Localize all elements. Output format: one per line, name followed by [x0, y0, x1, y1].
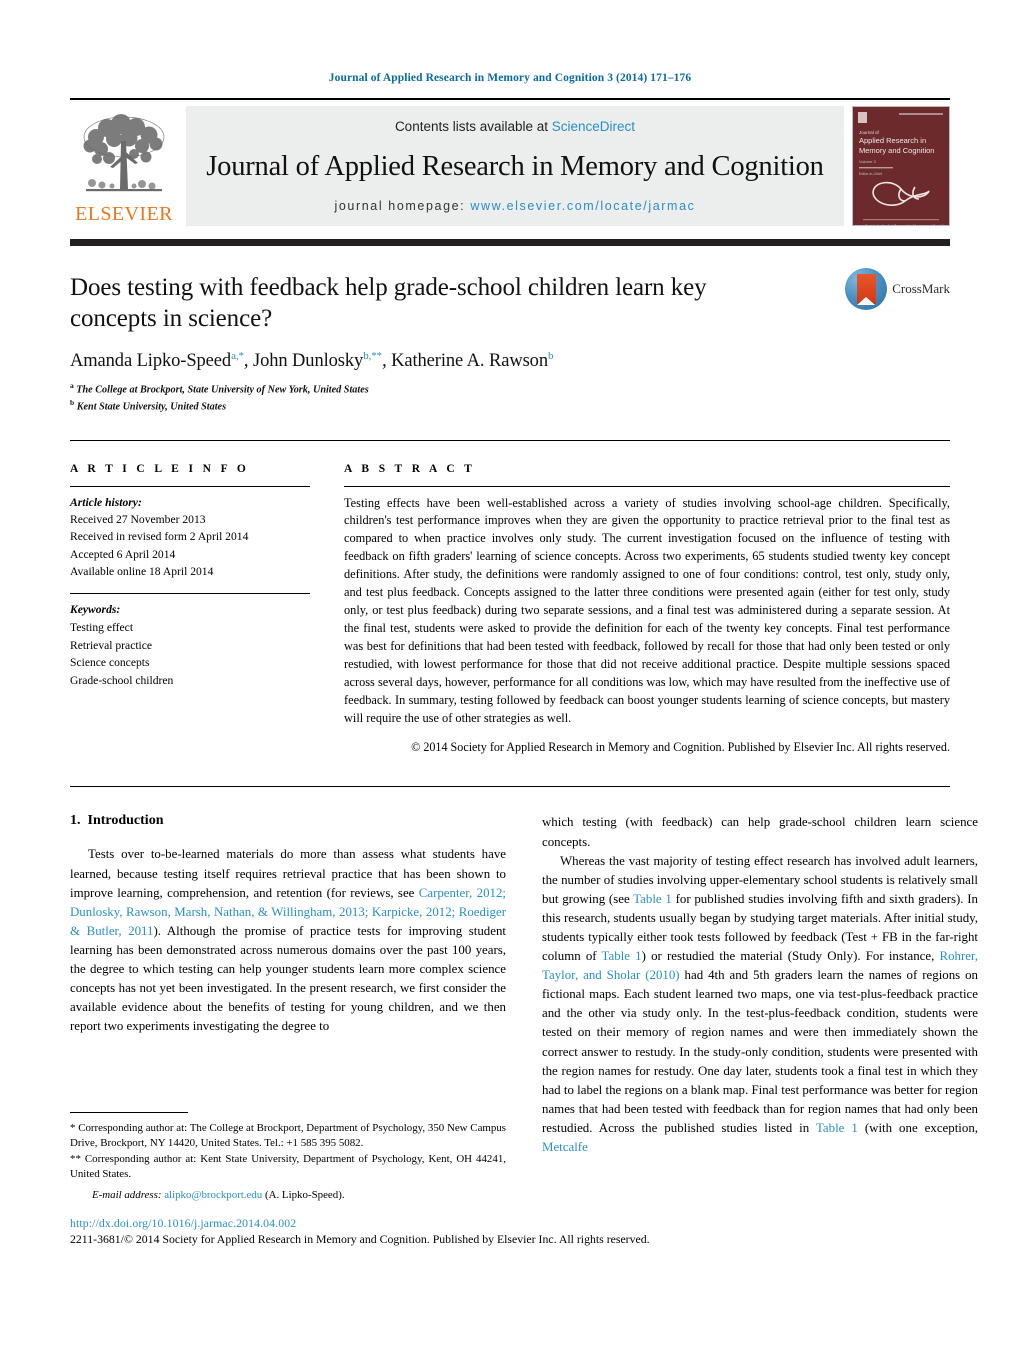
keyword-item: Testing effect	[70, 621, 134, 635]
keywords-rule	[70, 593, 310, 595]
journal-homepage-link[interactable]: www.elsevier.com/locate/jarmac	[470, 199, 695, 213]
author-list: Amanda Lipko-Speeda,*, John Dunloskyb,**…	[70, 350, 554, 372]
journal-cover-thumbnail: Journal of Applied Research in Memory an…	[852, 106, 950, 226]
affiliation-text: Kent State University, United States	[76, 401, 227, 413]
abstract-copyright: © 2014 Society for Applied Research in M…	[411, 739, 950, 754]
abstract-text: Testing effects have been well-establish…	[344, 495, 950, 725]
paragraph-text: ). Although the promise of practice test…	[70, 923, 507, 1034]
elsevier-logo: ELSEVIER	[70, 106, 178, 226]
paragraph-text: had 4th and 5th graders learn the names …	[542, 968, 979, 1135]
affiliation-text: The College at Brockport, State Universi…	[76, 384, 369, 396]
info-abstract-row: A R T I C L E I N F O Article history: R…	[70, 463, 950, 757]
svg-text:Volume 3: Volume 3	[859, 159, 876, 164]
author-marks: b	[547, 350, 554, 362]
body-column-left: 1. Introduction Tests over to-be-learned …	[70, 813, 506, 1157]
masthead-center: Contents lists available at ScienceDirec…	[186, 106, 844, 226]
article-info-column: A R T I C L E I N F O Article history: R…	[70, 463, 310, 757]
table-link[interactable]: Table 1	[816, 1121, 858, 1135]
paragraph-text: (with one exception,	[857, 1120, 978, 1135]
author-name: Katherine A. Rawson	[391, 351, 548, 372]
contents-available-line: Contents lists available at ScienceDirec…	[395, 119, 635, 134]
journal-homepage-line: journal homepage: www.elsevier.com/locat…	[335, 199, 696, 213]
paragraph-text: ) or restudied the material (Study Only)…	[641, 949, 940, 964]
email-label: E-mail address:	[92, 1188, 162, 1201]
article-history-label: Article history:	[70, 495, 142, 509]
paragraph: Whereas the vast majority of testing eff…	[542, 852, 978, 1158]
sciencedirect-link[interactable]: ScienceDirect	[552, 119, 635, 134]
table-link[interactable]: Table 1	[602, 949, 642, 963]
running-head: Journal of Applied Research in Memory an…	[328, 72, 692, 84]
svg-text:Applied Research in: Applied Research in	[859, 136, 926, 145]
history-item: Received 27 November 2013	[70, 512, 206, 526]
abstract-column: A B S T R A C T Testing effects have bee…	[344, 463, 950, 757]
svg-text:Journal of: Journal of	[859, 130, 880, 135]
keywords-label: Keywords:	[70, 603, 121, 617]
homepage-prefix: journal homepage:	[334, 199, 471, 213]
affiliation-mark: a	[70, 381, 74, 391]
keyword-item: Science concepts	[70, 656, 150, 670]
abstract-heading: A B S T R A C T	[344, 462, 476, 475]
body-columns: 1. Introduction Tests over to-be-learned …	[70, 813, 978, 1157]
history-item: Received in revised form 2 April 2014	[70, 530, 249, 544]
email-suffix: (A. Lipko-Speed).	[265, 1188, 345, 1201]
article-info-heading: A R T I C L E I N F O	[70, 462, 250, 475]
section-heading-introduction: 1. Introduction	[70, 813, 506, 829]
masthead-divider-bar	[70, 239, 950, 246]
crossmark-badge[interactable]: CrossMark	[845, 268, 950, 310]
section-divider-rule	[70, 439, 950, 441]
journal-masthead: ELSEVIER Contents lists available at Sci…	[70, 98, 950, 226]
author-marks: b,**	[363, 350, 383, 362]
body-divider-rule	[70, 786, 950, 788]
author-name: John Dunlosky	[252, 351, 364, 372]
author-marks: a,*	[231, 350, 244, 362]
citation-link[interactable]: Metcalfe	[542, 1140, 588, 1154]
article-history: Article history: Received 27 November 20…	[70, 494, 310, 581]
footnote-corresponding-2: ** Corresponding author at: Kent State U…	[70, 1152, 506, 1181]
affiliation-item: a The College at Brockport, State Univer…	[70, 381, 950, 398]
svg-text:Editor-in-Chief: Editor-in-Chief	[859, 172, 882, 176]
doi-link[interactable]: http://dx.doi.org/10.1016/j.jarmac.2014.…	[70, 1216, 950, 1231]
section-title: Introduction	[87, 813, 164, 829]
affiliation-mark: b	[70, 398, 75, 408]
body-column-right: which testing (with feedback) can help g…	[542, 813, 978, 1157]
journal-title: Journal of Applied Research in Memory an…	[206, 150, 824, 182]
contents-prefix: Contents lists available at	[394, 119, 552, 134]
keyword-item: Retrieval practice	[70, 638, 153, 652]
page-title: Does testing with feedback help grade-sc…	[70, 274, 707, 332]
footnote-email: E-mail address: alipko@brockport.edu (A.…	[70, 1188, 506, 1203]
footnote-corresponding-1: * Corresponding author at: The College a…	[70, 1122, 506, 1150]
svg-text:Memory and Cognition: Memory and Cognition	[859, 146, 934, 155]
author-name: Amanda Lipko-Speed	[70, 351, 232, 372]
elsevier-wordmark: ELSEVIER	[75, 203, 173, 225]
issn-copyright-line: 2211-3681/© 2014 Society for Applied Res…	[70, 1232, 650, 1246]
svg-text:Society for Applied Research i: Society for Applied Research in Memory a…	[865, 224, 947, 226]
keywords-block: Keywords: Testing effect Retrieval pract…	[70, 601, 310, 689]
article-info-rule	[70, 485, 310, 487]
affiliation-list: a The College at Brockport, State Univer…	[70, 381, 950, 415]
table-link[interactable]: Table 1	[633, 892, 672, 906]
history-item: Available online 18 April 2014	[70, 565, 214, 579]
abstract-rule	[344, 485, 950, 487]
keyword-item: Grade-school children	[70, 673, 174, 687]
crossmark-icon	[845, 268, 888, 310]
crossmark-label: CrossMark	[892, 281, 950, 296]
elsevier-tree-icon	[76, 111, 172, 203]
section-number: 1.	[70, 813, 81, 829]
paper-page: Journal of Applied Research in Memory an…	[0, 0, 1020, 1351]
paragraph: Tests over to-be-learned materials do mo…	[70, 845, 506, 1036]
history-item: Accepted 6 April 2014	[70, 547, 176, 561]
page-footer: http://dx.doi.org/10.1016/j.jarmac.2014.…	[70, 1216, 950, 1247]
email-link[interactable]: alipko@brockport.edu	[164, 1189, 262, 1201]
affiliation-item: b Kent State University, United States	[70, 398, 950, 415]
footnote-rule	[70, 1112, 188, 1113]
paragraph: which testing (with feedback) can help g…	[542, 815, 978, 849]
footnotes-block: * Corresponding author at: The College a…	[70, 1112, 506, 1203]
title-block: CrossMark Does testing with feedback hel…	[70, 268, 950, 416]
